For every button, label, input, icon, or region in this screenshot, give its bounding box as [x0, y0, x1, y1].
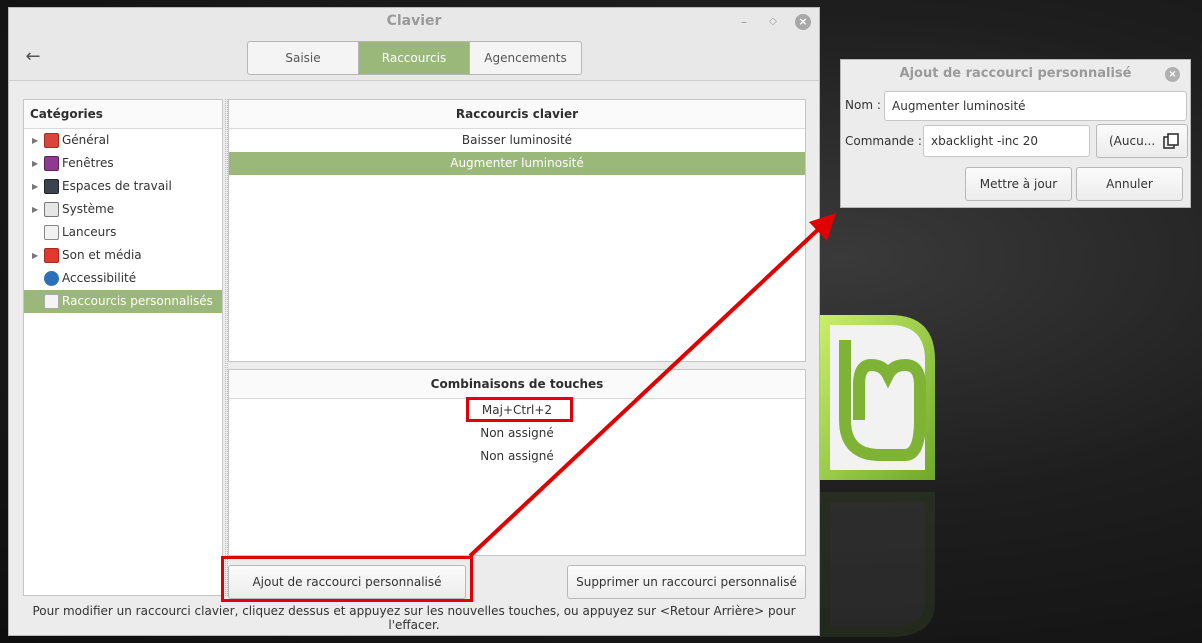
- cancel-button[interactable]: Annuler: [1076, 167, 1183, 201]
- categories-list: ▶ Général ▶ Fenêtres ▶ Espaces de travai…: [24, 129, 222, 313]
- expand-arrow-icon[interactable]: ▶: [32, 152, 38, 175]
- annotation-highlight-keybinding: [466, 397, 573, 422]
- window-title: Clavier: [386, 13, 442, 29]
- minimize-icon[interactable]: –: [737, 15, 751, 29]
- categories-header: Catégories: [24, 100, 222, 129]
- sound-media-icon: [44, 248, 59, 263]
- tab-bar: Saisie Raccourcis Agencements: [247, 41, 582, 75]
- category-label: Général: [62, 133, 110, 147]
- content-area: Catégories ▶ Général ▶ Fenêtres ▶ Espace…: [9, 81, 819, 635]
- tab-raccourcis[interactable]: Raccourcis: [359, 42, 470, 74]
- category-label: Lanceurs: [62, 225, 117, 239]
- command-label: Commande :: [845, 134, 922, 148]
- maximize-icon[interactable]: ◇: [766, 15, 780, 29]
- linux-mint-logo: [820, 315, 935, 480]
- add-custom-shortcut-dialog: Ajout de raccourci personnalisé × Nom : …: [840, 59, 1191, 208]
- shortcuts-pane: Raccourcis clavier Baisser luminosité Au…: [228, 99, 806, 362]
- close-icon[interactable]: ×: [795, 14, 811, 30]
- category-label: Fenêtres: [62, 156, 114, 170]
- keyboard-settings-window: Clavier – ◇ × ← Saisie Raccourcis Agence…: [8, 7, 820, 636]
- general-icon: [44, 133, 59, 148]
- command-field[interactable]: xbacklight -inc 20: [923, 125, 1090, 157]
- name-field[interactable]: Augmenter luminosité: [884, 91, 1187, 121]
- application-picker-button[interactable]: (Aucu...: [1096, 124, 1188, 158]
- keybinding-row[interactable]: Non assigné: [229, 445, 805, 468]
- remove-custom-shortcut-button[interactable]: Supprimer un raccourci personnalisé: [567, 565, 806, 599]
- category-label: Son et média: [62, 248, 142, 262]
- category-raccourcis-personnalises[interactable]: Raccourcis personnalisés: [24, 290, 222, 313]
- expand-arrow-icon[interactable]: ▶: [32, 175, 38, 198]
- category-espaces-de-travail[interactable]: ▶ Espaces de travail: [24, 175, 222, 198]
- titlebar: Clavier – ◇ × ← Saisie Raccourcis Agence…: [9, 8, 819, 81]
- category-label: Système: [62, 202, 115, 216]
- annotation-highlight-add-button: [221, 556, 473, 602]
- name-label: Nom :: [845, 98, 881, 112]
- workspaces-icon: [44, 179, 59, 194]
- tab-saisie[interactable]: Saisie: [248, 42, 359, 74]
- expand-arrow-icon[interactable]: ▶: [32, 198, 38, 221]
- expand-arrow-icon[interactable]: ▶: [32, 129, 38, 152]
- expand-arrow-icon[interactable]: ▶: [32, 244, 38, 267]
- dialog-close-icon[interactable]: ×: [1165, 67, 1180, 82]
- accessibility-icon: [44, 271, 59, 286]
- windows-icon: [44, 156, 59, 171]
- keybinding-row[interactable]: Non assigné: [229, 422, 805, 445]
- category-label: Raccourcis personnalisés: [62, 294, 213, 308]
- shortcut-row-selected[interactable]: Augmenter luminosité: [229, 152, 805, 175]
- copy-icon: [1163, 133, 1179, 149]
- category-systeme[interactable]: ▶ Système: [24, 198, 222, 221]
- category-fenetres[interactable]: ▶ Fenêtres: [24, 152, 222, 175]
- back-arrow-icon[interactable]: ←: [22, 46, 44, 68]
- linux-mint-logo-reflection: [820, 492, 935, 637]
- category-label: Accessibilité: [62, 271, 137, 285]
- category-general[interactable]: ▶ Général: [24, 129, 222, 152]
- dialog-title: Ajout de raccourci personnalisé: [899, 66, 1132, 81]
- update-button[interactable]: Mettre à jour: [965, 167, 1072, 201]
- categories-pane: Catégories ▶ Général ▶ Fenêtres ▶ Espace…: [23, 99, 223, 596]
- tab-agencements[interactable]: Agencements: [470, 42, 581, 74]
- shortcut-row[interactable]: Baisser luminosité: [229, 129, 805, 152]
- system-icon: [44, 202, 59, 217]
- launchers-icon: [44, 225, 59, 240]
- shortcuts-header: Raccourcis clavier: [229, 100, 805, 129]
- hint-text: Pour modifier un raccourci clavier, cliq…: [32, 604, 796, 632]
- category-son-et-media[interactable]: ▶ Son et média: [24, 244, 222, 267]
- category-label: Espaces de travail: [62, 179, 172, 193]
- category-lanceurs[interactable]: Lanceurs: [24, 221, 222, 244]
- category-accessibilite[interactable]: Accessibilité: [24, 267, 222, 290]
- custom-shortcuts-icon: [44, 294, 59, 309]
- picker-label: (Aucu...: [1109, 134, 1156, 148]
- keybindings-header: Combinaisons de touches: [229, 370, 805, 399]
